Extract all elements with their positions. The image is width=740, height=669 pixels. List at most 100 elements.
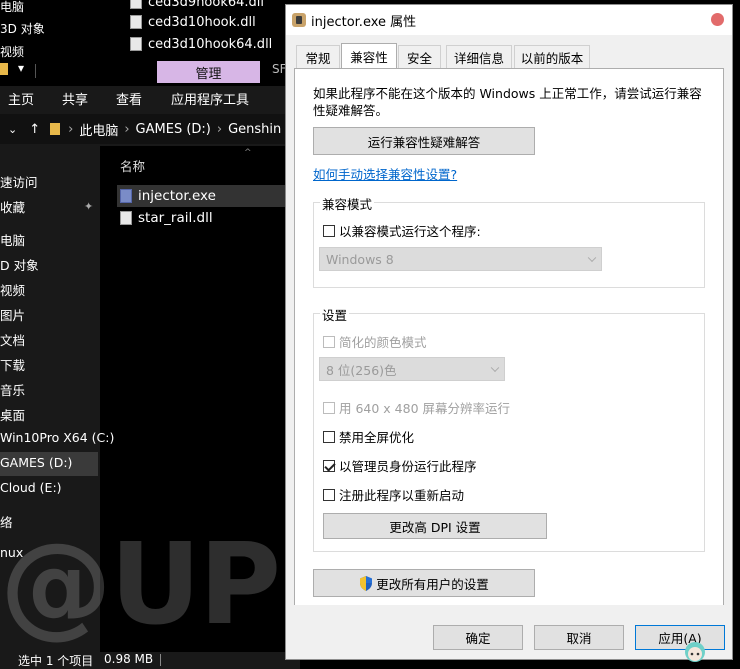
change-all-users-button[interactable]: 更改所有用户的设置	[313, 569, 535, 597]
dll-file-icon	[130, 37, 142, 51]
dialog-footer: 确定 取消 应用(A)	[286, 605, 732, 659]
status-bar: 选中 1 个项目 0.98 MB	[0, 652, 300, 669]
nav-item[interactable]: Win10Pro X64 (C:)	[0, 430, 114, 445]
compat-mode-label: 以兼容模式运行这个程序:	[339, 224, 481, 239]
breadcrumb-folder[interactable]: Genshin	[228, 122, 281, 137]
dll-file-icon	[130, 15, 142, 29]
sort-arrow-icon: ^	[244, 148, 252, 158]
uac-shield-icon	[360, 575, 373, 591]
status-size: 0.98 MB	[104, 652, 154, 666]
tab-general[interactable]: 常规	[296, 45, 340, 68]
run-as-admin-checkbox[interactable]: 以管理员身份运行此程序	[323, 456, 477, 475]
avatar	[685, 642, 705, 662]
color-mode-select[interactable]: 8 位(256)色	[319, 357, 505, 381]
nav-item[interactable]: 下载	[0, 355, 25, 374]
nav-item[interactable]: 桌面	[0, 405, 25, 424]
breadcrumb-drive[interactable]: GAMES (D:)	[136, 122, 211, 137]
file-name: injector.exe	[138, 188, 216, 204]
nav-item[interactable]: 速访问	[0, 172, 38, 191]
nav-item[interactable]: 收藏	[0, 197, 25, 216]
ok-button[interactable]: 确定	[433, 625, 523, 650]
address-bar[interactable]: ⌄ ↑ › 此电脑 › GAMES (D:) › Genshin	[0, 114, 300, 144]
res640-checkbox[interactable]: 用 640 x 480 屏幕分辨率运行	[323, 398, 510, 417]
file-name: ced3d10hook64.dll	[148, 36, 273, 52]
properties-dialog: injector.exe 属性 常规 兼容性 安全 详细信息 以前的版本 如果此…	[285, 4, 733, 660]
reduced-color-label: 简化的颜色模式	[339, 335, 427, 350]
register-restart-label: 注册此程序以重新启动	[339, 488, 465, 503]
chevron-down-icon	[587, 253, 597, 263]
checkbox-icon[interactable]	[323, 224, 335, 237]
close-button[interactable]	[711, 13, 724, 26]
ribbon-tab-share[interactable]: 共享	[62, 89, 88, 108]
compat-mode-legend: 兼容模式	[320, 194, 375, 213]
dll-file-icon	[130, 0, 142, 9]
app-icon	[292, 13, 306, 27]
up-arrow-icon[interactable]: ↑	[29, 122, 40, 137]
table-row[interactable]: injector.exe	[120, 185, 216, 207]
tab-security[interactable]: 安全	[398, 45, 441, 68]
os-version-value: Windows 8	[326, 251, 394, 267]
dll-file-icon	[120, 211, 132, 225]
breadcrumb-this-pc[interactable]: 此电脑	[79, 120, 118, 139]
nav-top-label: 电脑	[0, 0, 25, 14]
chevron-right-icon: ›	[124, 121, 130, 137]
folder-icon	[0, 63, 8, 75]
compat-mode-group: 兼容模式 以兼容模式运行这个程序: Windows 8	[313, 194, 705, 288]
file-name: ced3d9hook64.dll	[148, 0, 265, 10]
manage-tab[interactable]: 管理	[157, 61, 260, 83]
chevron-down-icon[interactable]: ⌄	[8, 123, 17, 136]
chevron-right-icon: ›	[68, 121, 74, 137]
nav-item-selected[interactable]: GAMES (D:)	[0, 455, 72, 470]
apply-button[interactable]: 应用(A)	[635, 625, 725, 650]
compatibility-panel: 如果此程序不能在这个版本的 Windows 上正常工作，请尝试运行兼容性疑难解答…	[294, 68, 724, 643]
tab-previous-versions[interactable]: 以前的版本	[514, 45, 590, 68]
file-name: star_rail.dll	[138, 210, 213, 226]
dialog-titlebar[interactable]: injector.exe 属性	[286, 5, 732, 35]
tab-strip: 常规 兼容性 安全 详细信息 以前的版本	[286, 43, 732, 69]
table-row[interactable]: star_rail.dll	[120, 207, 213, 229]
run-as-admin-label: 以管理员身份运行此程序	[339, 459, 477, 474]
change-dpi-button[interactable]: 更改高 DPI 设置	[323, 513, 547, 539]
ribbon-tab-app-tools[interactable]: 应用程序工具	[171, 89, 249, 108]
nav-item[interactable]: 文档	[0, 330, 25, 349]
column-header-name[interactable]: 名称	[120, 156, 145, 175]
pin-icon[interactable]: ✦	[84, 200, 93, 213]
nav-item[interactable]: 视频	[0, 280, 25, 299]
ribbon-tab-home[interactable]: 主页	[8, 89, 34, 108]
dialog-title: injector.exe 属性	[311, 14, 417, 30]
list-item[interactable]: ced3d9hook64.dll	[130, 0, 264, 12]
list-item[interactable]: ced3d10hook.dll	[130, 12, 256, 32]
color-mode-value: 8 位(256)色	[326, 362, 397, 378]
reduced-color-checkbox[interactable]: 简化的颜色模式	[323, 332, 427, 351]
manual-settings-link[interactable]: 如何手动选择兼容性设置?	[313, 164, 457, 183]
watermark-text: @UP	[0, 520, 281, 650]
troubleshoot-button[interactable]: 运行兼容性疑难解答	[313, 127, 535, 155]
tab-compatibility[interactable]: 兼容性	[341, 43, 397, 68]
nav-item[interactable]: 电脑	[0, 230, 25, 249]
tab-details[interactable]: 详细信息	[446, 45, 512, 68]
chevron-down-icon	[490, 363, 500, 373]
compat-description: 如果此程序不能在这个版本的 Windows 上正常工作，请尝试运行兼容性疑难解答…	[313, 86, 702, 118]
disable-fullscreen-checkbox[interactable]: 禁用全屏优化	[323, 427, 414, 446]
checkbox-icon[interactable]	[323, 335, 335, 348]
checkbox-icon[interactable]	[323, 488, 335, 501]
cancel-button[interactable]: 取消	[534, 625, 624, 650]
ribbon-tab-view[interactable]: 查看	[116, 89, 142, 108]
nav-item[interactable]: Cloud (E:)	[0, 480, 62, 495]
dropdown-icon[interactable]: ▾	[18, 61, 24, 75]
status-selected: 选中 1 个项目	[18, 654, 94, 668]
exe-file-icon	[120, 189, 132, 203]
list-item[interactable]: ced3d10hook64.dll	[130, 34, 272, 54]
divider	[35, 64, 36, 78]
divider	[160, 654, 161, 666]
nav-item[interactable]: 音乐	[0, 380, 25, 399]
checkbox-icon[interactable]	[323, 430, 335, 443]
checkbox-icon[interactable]	[323, 401, 335, 414]
nav-item[interactable]: D 对象	[0, 255, 39, 274]
checkmark-icon[interactable]	[323, 459, 335, 472]
os-version-select[interactable]: Windows 8	[319, 247, 602, 271]
register-restart-checkbox[interactable]: 注册此程序以重新启动	[323, 485, 464, 504]
nav-item[interactable]: 图片	[0, 305, 25, 324]
file-name: ced3d10hook.dll	[148, 14, 256, 30]
compat-mode-checkbox[interactable]: 以兼容模式运行这个程序:	[323, 221, 481, 240]
